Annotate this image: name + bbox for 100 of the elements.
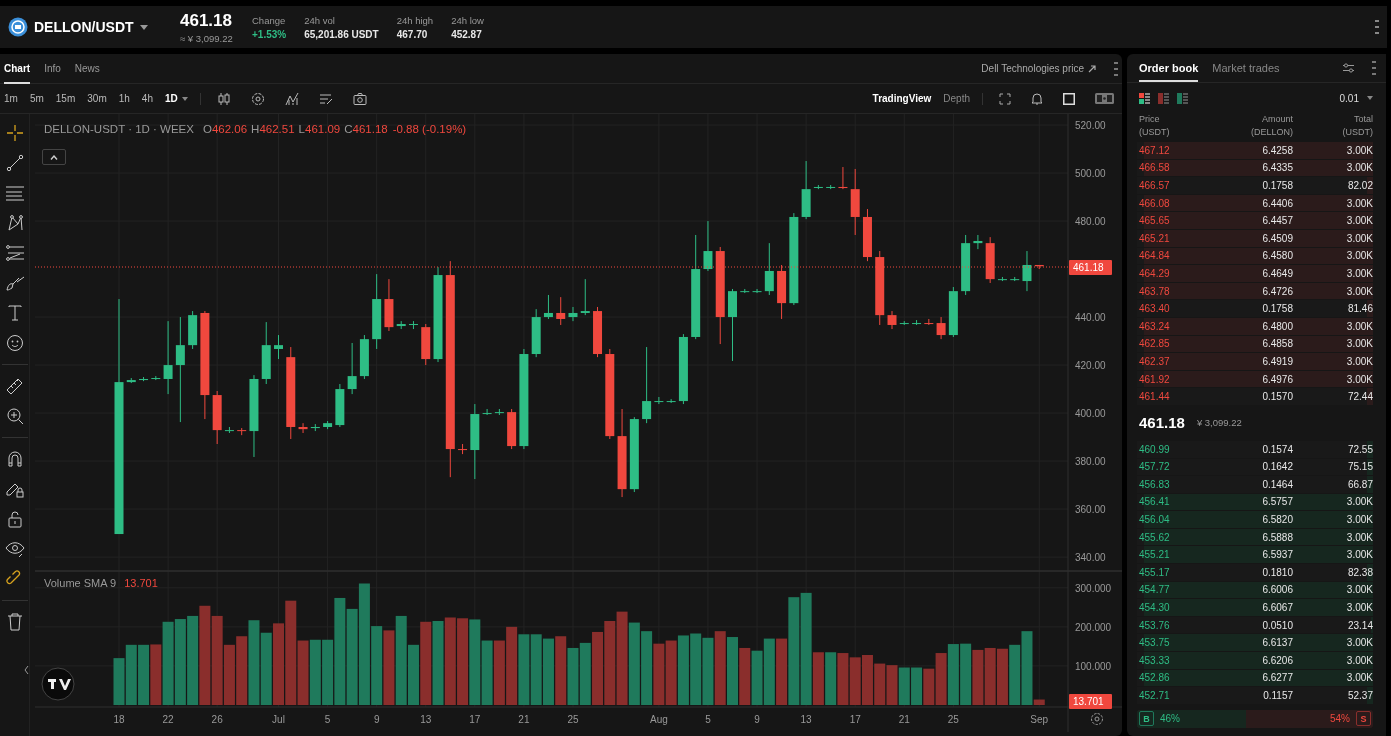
coin-logo-icon <box>8 17 28 37</box>
settings-icon[interactable] <box>250 91 265 106</box>
order-amount: 6.5888 <box>1261 531 1293 543</box>
precision-dropdown[interactable]: 0.01 <box>1339 92 1359 104</box>
external-arrow-icon[interactable] <box>1088 64 1096 73</box>
chevron-left-icon[interactable] <box>24 666 29 674</box>
pattern-icon[interactable] <box>5 214 24 232</box>
candle <box>813 184 823 190</box>
order-total: 81.46 <box>1346 303 1373 315</box>
more-icon[interactable] <box>1375 20 1379 34</box>
book-asks-icon[interactable] <box>1158 92 1169 104</box>
date-axis-label: 13 <box>420 714 432 725</box>
view-tab[interactable]: TradingView <box>872 93 932 104</box>
date-axis-label: 13 <box>800 714 812 725</box>
column-header: Total (USDT) <box>1341 113 1373 138</box>
zoom-in-icon[interactable] <box>5 407 24 425</box>
crosshair-icon[interactable] <box>5 124 24 142</box>
stat-value: +1.53% <box>252 28 287 40</box>
candle <box>335 383 345 428</box>
column-header: Price (USDT) <box>1139 113 1171 138</box>
caret-icon[interactable] <box>139 24 148 30</box>
ask-price: 466.58 <box>1139 162 1171 174</box>
interval-button[interactable]: 1h <box>118 93 130 104</box>
interval-button[interactable]: 1m <box>4 93 18 104</box>
filter-icon[interactable] <box>1343 63 1354 73</box>
price-axis-label: 420.00 <box>1075 360 1106 372</box>
more-icon[interactable] <box>1372 61 1376 75</box>
square-icon[interactable] <box>1063 92 1075 105</box>
collapse-button[interactable] <box>42 149 66 165</box>
brush-icon[interactable] <box>4 274 25 292</box>
view-tab[interactable]: Depth <box>943 93 970 104</box>
ask-price: 462.37 <box>1139 355 1171 367</box>
sell-badge: S <box>1356 711 1371 727</box>
lock-icon[interactable] <box>6 510 23 528</box>
order-amount: 0.1570 <box>1261 391 1293 403</box>
order-total: 23.14 <box>1346 619 1373 631</box>
camera-icon[interactable] <box>352 91 367 106</box>
fib-levels-icon[interactable] <box>4 244 25 262</box>
candle <box>261 321 271 385</box>
fullscreen-icon[interactable] <box>999 92 1011 105</box>
caret-icon[interactable] <box>181 96 188 101</box>
order-book-tab[interactable]: Order book <box>1139 54 1199 82</box>
template-icon[interactable] <box>318 91 333 106</box>
chart-tab[interactable]: Info <box>44 54 61 84</box>
stat-label: 24h high <box>396 14 434 26</box>
date-axis-label: 17 <box>849 714 861 725</box>
bid-price: 452.86 <box>1139 672 1171 684</box>
eye-icon[interactable] <box>4 540 25 558</box>
book-both-icon[interactable] <box>1139 92 1150 104</box>
candle <box>298 422 308 434</box>
ask-price: 463.78 <box>1139 285 1171 297</box>
ohlc-key: C <box>344 123 353 135</box>
candle <box>494 408 504 416</box>
chart-tab[interactable]: Chart <box>4 54 31 84</box>
smiley-icon[interactable] <box>5 334 24 352</box>
order-book-tab[interactable]: Market trades <box>1212 54 1280 82</box>
trash-icon[interactable] <box>6 613 23 631</box>
more-icon[interactable] <box>1114 61 1118 76</box>
caret-icon[interactable] <box>1367 96 1373 100</box>
stat-label: Change <box>252 14 287 26</box>
order-total: 3.00K <box>1345 496 1373 508</box>
interval-button[interactable]: 5m <box>29 93 44 104</box>
bid-price: 457.72 <box>1139 461 1171 473</box>
order-amount: 6.6206 <box>1261 654 1293 666</box>
volume-axis-label: 100.000 <box>1075 660 1112 672</box>
indicator-icon[interactable] <box>284 91 299 106</box>
order-total: 3.00K <box>1345 144 1373 156</box>
candle <box>593 306 603 358</box>
settings-icon[interactable] <box>1091 713 1103 725</box>
book-bids-icon[interactable] <box>1177 92 1188 104</box>
parallel-lines-icon[interactable] <box>4 184 25 202</box>
candle <box>961 234 971 296</box>
interval-button[interactable]: 15m <box>55 93 76 104</box>
buy-sell-icon[interactable] <box>1095 93 1114 104</box>
interval-button[interactable]: 4h <box>141 93 153 104</box>
ask-price: 463.40 <box>1139 303 1171 315</box>
bell-icon[interactable] <box>1031 92 1043 105</box>
ohlc-value: 462.06 <box>211 123 248 135</box>
candles-icon[interactable] <box>216 91 231 106</box>
date-axis-label: 9 <box>373 714 380 725</box>
candle <box>188 310 198 350</box>
ruler-icon[interactable] <box>4 377 25 395</box>
pair-name[interactable]: DELLON/USDT <box>34 19 134 35</box>
price-axis-label: 360.00 <box>1075 504 1106 516</box>
interval-button[interactable]: 1D <box>164 93 178 104</box>
magnet-icon[interactable] <box>5 450 24 468</box>
price-axis-label: 440.00 <box>1075 312 1106 324</box>
date-axis-label: 26 <box>211 714 223 725</box>
external-link[interactable]: Dell Technologies price <box>981 63 1084 74</box>
chart-tab[interactable]: News <box>74 54 100 84</box>
stat-value: 452.87 <box>451 28 483 40</box>
order-total: 3.00K <box>1345 162 1373 174</box>
candle <box>224 426 234 434</box>
ask-price: 466.57 <box>1139 180 1171 191</box>
ask-price: 465.21 <box>1139 232 1171 244</box>
date-axis-label: 17 <box>469 714 481 725</box>
trend-line-icon[interactable] <box>5 154 24 172</box>
interval-button[interactable]: 30m <box>87 93 107 104</box>
text-tool-icon[interactable] <box>6 304 23 322</box>
candle <box>543 294 553 320</box>
